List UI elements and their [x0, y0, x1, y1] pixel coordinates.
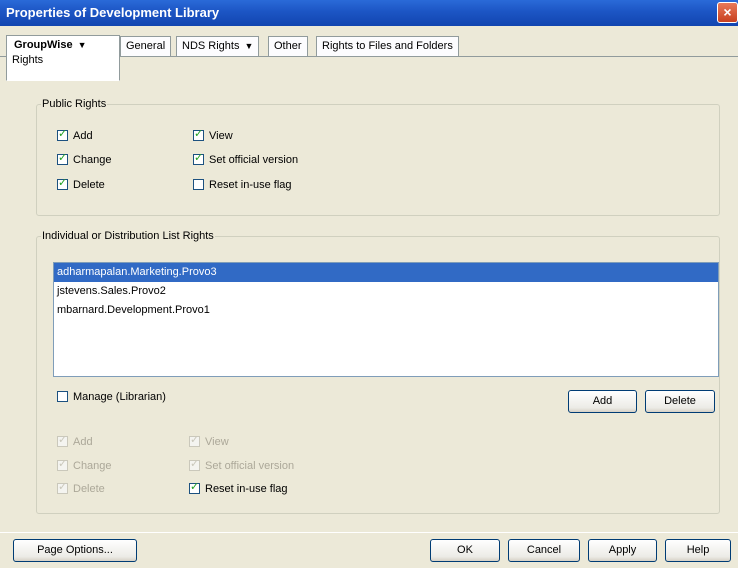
- tab-bar: GroupWise ▼ Rights General NDS Rights ▼ Ot…: [0, 26, 738, 81]
- list-item[interactable]: mbarnard.Development.Provo1: [54, 301, 718, 320]
- check-icon: [57, 128, 68, 141]
- check-icon: [57, 177, 68, 190]
- tab-label: GroupWise: [14, 39, 73, 51]
- individual-change-checkbox[interactable]: Change: [57, 458, 112, 473]
- apply-button[interactable]: Apply: [588, 539, 657, 562]
- check-icon: [193, 128, 204, 141]
- individual-set-official-checkbox[interactable]: Set official version: [189, 458, 294, 473]
- ok-button[interactable]: OK: [430, 539, 500, 562]
- checkbox-box: [57, 391, 68, 402]
- individual-view-checkbox[interactable]: View: [189, 434, 229, 449]
- public-delete-checkbox[interactable]: Delete: [57, 177, 105, 192]
- add-button[interactable]: Add: [568, 390, 637, 413]
- public-view-checkbox[interactable]: View: [193, 128, 233, 143]
- tab-sublabel: Rights: [12, 54, 44, 66]
- list-item[interactable]: adharmapalan.Marketing.Provo3: [54, 263, 718, 282]
- delete-button[interactable]: Delete: [645, 390, 715, 413]
- user-list[interactable]: adharmapalan.Marketing.Provo3 jstevens.S…: [53, 262, 719, 377]
- title-bar: Properties of Development Library ×: [0, 0, 738, 26]
- chevron-down-icon[interactable]: ▼: [244, 41, 253, 51]
- checkbox-box: [193, 179, 204, 190]
- public-rights-group: Public Rights: [36, 98, 720, 216]
- individual-add-checkbox[interactable]: Add: [57, 434, 93, 449]
- tab-general[interactable]: General: [120, 36, 172, 56]
- tab-groupwise[interactable]: GroupWise ▼ Rights: [6, 35, 120, 81]
- tab-label: General: [126, 40, 166, 52]
- dialog-footer: Page Options... OK Cancel Apply Help: [0, 532, 738, 568]
- check-icon: [189, 458, 200, 471]
- individual-reset-inuse-checkbox[interactable]: Reset in-use flag: [189, 481, 288, 496]
- cancel-button[interactable]: Cancel: [508, 539, 580, 562]
- check-icon: [193, 152, 204, 165]
- individual-rights-legend: Individual or Distribution List Rights: [41, 230, 215, 242]
- tab-label: Other: [274, 40, 302, 52]
- individual-delete-checkbox[interactable]: Delete: [57, 481, 105, 496]
- window-title: Properties of Development Library: [6, 5, 220, 20]
- check-icon: [57, 481, 68, 494]
- manage-librarian-checkbox[interactable]: Manage (Librarian): [57, 391, 166, 404]
- public-set-official-checkbox[interactable]: Set official version: [193, 152, 298, 167]
- page-options-button[interactable]: Page Options...: [13, 539, 137, 562]
- public-change-checkbox[interactable]: Change: [57, 152, 112, 167]
- tab-nds-rights[interactable]: NDS Rights ▼: [176, 36, 260, 56]
- tab-label: Rights to Files and Folders: [322, 40, 453, 52]
- list-item[interactable]: jstevens.Sales.Provo2: [54, 282, 718, 301]
- close-icon[interactable]: ×: [717, 2, 738, 23]
- public-reset-inuse-checkbox[interactable]: Reset in-use flag: [193, 179, 292, 192]
- tab-content: Public Rights Add Change Delete View Set…: [13, 74, 725, 524]
- check-icon: [189, 434, 200, 447]
- public-add-checkbox[interactable]: Add: [57, 128, 93, 143]
- check-icon: [189, 481, 200, 494]
- tab-label: NDS Rights: [182, 40, 240, 52]
- check-icon: [57, 434, 68, 447]
- chevron-down-icon[interactable]: ▼: [78, 40, 87, 50]
- check-icon: [57, 152, 68, 165]
- help-button[interactable]: Help: [665, 539, 731, 562]
- tab-other[interactable]: Other: [268, 36, 308, 56]
- tab-rights-to-files[interactable]: Rights to Files and Folders: [316, 36, 459, 56]
- check-icon: [57, 458, 68, 471]
- public-rights-legend: Public Rights: [41, 98, 108, 110]
